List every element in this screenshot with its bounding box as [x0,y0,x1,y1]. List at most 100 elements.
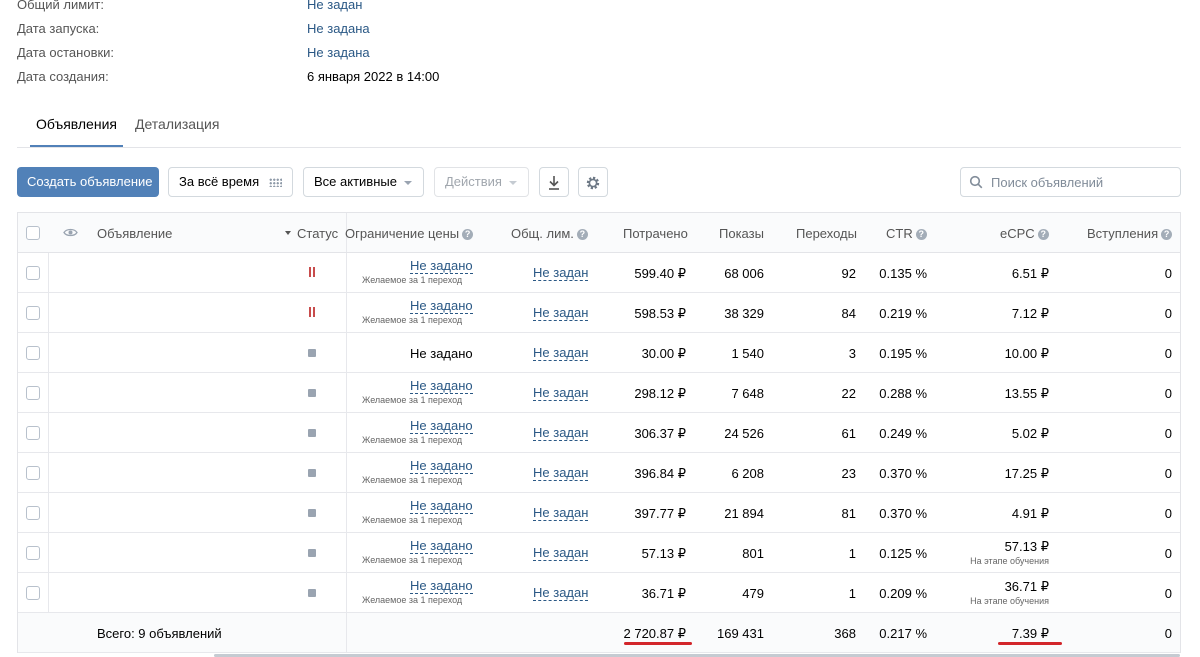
row-checkbox[interactable] [26,426,40,440]
column-header-total-limit[interactable]: Общ. лим.? [511,226,588,241]
help-icon[interactable]: ? [1037,229,1049,240]
price-limit-link[interactable]: Не задано [410,379,473,394]
help-icon[interactable]: ? [1161,229,1173,240]
column-divider [48,373,49,412]
clicks-value: 84 [841,306,856,321]
download-icon [549,175,559,190]
clicks-value: 92 [841,266,856,281]
info-value[interactable]: Не задана [307,21,370,36]
tab-ads[interactable]: Объявления [30,116,123,147]
column-header-ecpc[interactable]: eCPC? [1000,226,1049,241]
table-row[interactable]: Не задано Желаемое за 1 переход Не задан 39… [18,493,1180,533]
column-header-ad[interactable]: Объявление [97,226,172,241]
ctr-value: 0.288 % [879,386,927,401]
create-ad-button[interactable]: Создать объявление [17,167,159,197]
table-row[interactable]: Не задано Желаемое за 1 переход Не задан 59… [18,293,1180,333]
column-divider [346,493,347,532]
total-ecpc: 7.39 ₽ [1011,626,1049,641]
status-stopped-icon[interactable] [308,389,316,397]
table-header: Объявление Статус Ограничение цены? Общ.… [18,213,1180,253]
total-limit-link[interactable]: Не задан [533,546,589,561]
column-header-spent[interactable]: Потрачено [623,226,688,241]
tab-bar: Объявления Детализация [17,108,1181,148]
table-row[interactable]: Не задано Желаемое за 1 переход Не задан 39… [18,453,1180,493]
total-limit-link[interactable]: Не задан [533,346,589,361]
spent-value: 599.40 ₽ [634,266,686,281]
status-stopped-icon[interactable] [308,429,316,437]
column-divider [48,453,49,492]
status-stopped-icon[interactable] [308,549,316,557]
total-label: Всего: 9 объявлений [97,626,222,641]
row-checkbox[interactable] [26,466,40,480]
price-limit-caption: Желаемое за 1 переход [362,275,463,285]
help-icon[interactable]: ? [576,229,588,240]
info-row-start-date: Дата запуска: Не задана [17,21,617,41]
price-limit-caption: Желаемое за 1 переход [362,395,463,405]
help-icon[interactable]: ? [915,229,927,240]
table-row[interactable]: Не задано Желаемое за 1 переход Не задан 57… [18,533,1180,573]
price-limit-link[interactable]: Не задано [410,419,473,434]
status-stopped-icon[interactable] [308,589,316,597]
eye-icon[interactable] [63,227,78,238]
status-stopped-icon[interactable] [308,349,316,357]
help-icon[interactable]: ? [462,229,474,240]
spent-value: 57.13 ₽ [641,546,686,561]
table-row[interactable]: Не задано Желаемое за 1 переход Не задан 30… [18,413,1180,453]
download-button[interactable] [539,167,569,197]
settings-button[interactable] [578,167,608,197]
price-limit-link[interactable]: Не задано [410,499,473,514]
sort-arrow-icon[interactable] [285,231,291,235]
search-input[interactable] [991,174,1171,190]
status-paused-icon[interactable] [308,307,316,317]
status-stopped-icon[interactable] [308,509,316,517]
status-stopped-icon[interactable] [308,469,316,477]
table-row[interactable]: Не задано Желаемое за 1 переход Не задан 36… [18,573,1180,613]
column-header-price-limit[interactable]: Ограничение цены? [345,226,474,241]
period-select[interactable]: За всё время [168,167,293,197]
total-limit-link[interactable]: Не задан [533,506,589,521]
table-row[interactable]: Не задано Желаемое за 1 переход Не задан 59… [18,253,1180,293]
column-header-clicks[interactable]: Переходы [796,226,857,241]
total-limit-link[interactable]: Не задан [533,306,589,321]
ecpc-value: 57.13 ₽ [1004,539,1049,554]
price-limit-link[interactable]: Не задано [410,459,473,474]
price-limit-caption: Желаемое за 1 переход [362,475,463,485]
total-limit-link[interactable]: Не задан [533,466,589,481]
row-checkbox[interactable] [26,506,40,520]
ecpc-value: 17.25 ₽ [1004,466,1049,481]
total-limit-link[interactable]: Не задан [533,386,589,401]
row-checkbox[interactable] [26,386,40,400]
row-checkbox[interactable] [26,546,40,560]
row-checkbox[interactable] [26,266,40,280]
column-header-joins[interactable]: Вступления? [1087,226,1173,241]
status-paused-icon[interactable] [308,267,316,277]
info-value[interactable]: Не задан [307,0,362,12]
impressions-value: 68 006 [724,266,764,281]
row-checkbox[interactable] [26,346,40,360]
status-filter-label: Все активные [314,174,397,189]
row-checkbox[interactable] [26,586,40,600]
column-header-status[interactable]: Статус [297,226,338,241]
clicks-value: 23 [841,466,856,481]
info-value[interactable]: Не задана [307,45,370,60]
column-header-impressions[interactable]: Показы [719,226,764,241]
price-limit-link[interactable]: Не задано [410,299,473,314]
price-limit-link[interactable]: Не задано [410,579,473,594]
tab-details[interactable]: Детализация [129,116,225,147]
price-limit-link[interactable]: Не задано [410,259,473,274]
total-limit-link[interactable]: Не задан [533,266,589,281]
ecpc-value: 6.51 ₽ [1011,266,1049,281]
search-box[interactable] [960,167,1181,197]
price-limit-link[interactable]: Не задано [410,539,473,554]
table-row[interactable]: Не задано Не задан 30.00 ₽ 1 540 3 0.195 % 10.… [18,333,1180,373]
status-filter-select[interactable]: Все активные [303,167,424,197]
total-limit-link[interactable]: Не задан [533,586,589,601]
actions-dropdown[interactable]: Действия [434,167,529,197]
table-row[interactable]: Не задано Желаемое за 1 переход Не задан 29… [18,373,1180,413]
total-limit-link[interactable]: Не задан [533,426,589,441]
column-header-ctr[interactable]: CTR? [886,226,927,241]
clicks-value: 1 [848,586,856,601]
select-all-checkbox[interactable] [26,226,40,240]
info-label: Дата запуска: [17,21,100,36]
row-checkbox[interactable] [26,306,40,320]
